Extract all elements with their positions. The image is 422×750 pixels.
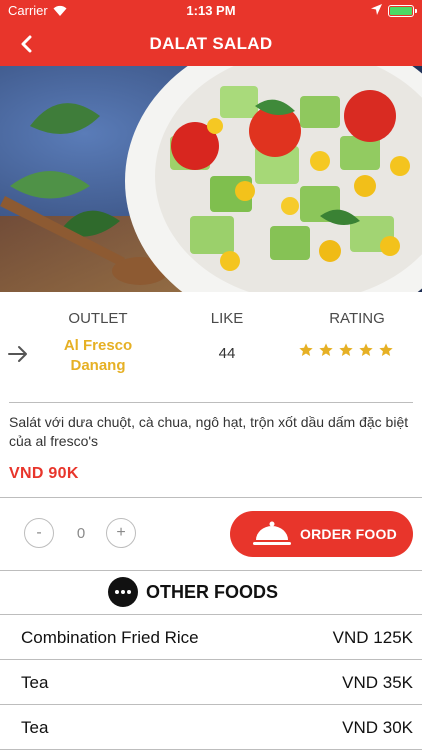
food-image — [0, 66, 422, 292]
food-item-price: VND 125K — [332, 628, 413, 647]
order-food-button[interactable]: ORDER FOOD — [230, 511, 413, 557]
rating-stars — [298, 342, 394, 358]
other-foods-title: OTHER FOODS — [146, 582, 279, 602]
food-item-price: VND 30K — [342, 718, 413, 737]
arrow-right-icon — [8, 346, 27, 362]
header-bar: Carrier 1:13 PM DALAT SALAD — [0, 0, 422, 66]
more-icon — [108, 577, 138, 607]
food-cloche-icon — [253, 521, 291, 545]
list-item[interactable]: Tea VND 30K — [0, 705, 422, 749]
outlet-arrow-button[interactable] — [6, 342, 30, 366]
quantity-value: 0 — [76, 525, 86, 542]
food-description: Salát với dưa chuột, cà chua, ngô hạt, t… — [9, 414, 409, 449]
nav-bar: DALAT SALAD — [0, 22, 422, 66]
food-info: OUTLET LIKE RATING Al Fresco Danang 44 — [0, 292, 422, 402]
like-count: 44 — [218, 345, 236, 362]
other-foods-header: OTHER FOODS — [0, 570, 422, 614]
rating-header: RATING — [329, 310, 385, 327]
outlet-name[interactable]: Al Fresco Danang — [42, 336, 154, 376]
food-item-name: Tea — [21, 673, 49, 692]
status-time: 1:13 PM — [186, 3, 236, 18]
chevron-left-icon — [21, 35, 32, 53]
star-icon — [299, 343, 313, 356]
battery-level — [390, 6, 412, 15]
food-item-name: Combination Fried Rice — [21, 628, 199, 647]
divider — [0, 497, 422, 498]
star-icon — [379, 343, 393, 356]
list-item[interactable]: Tea VND 35K — [0, 660, 422, 704]
star-icon — [339, 343, 353, 356]
list-item[interactable]: Combination Fried Rice VND 125K — [0, 615, 422, 659]
location-icon — [371, 3, 382, 18]
star-icon — [359, 343, 373, 356]
food-price: VND 90K — [9, 465, 79, 482]
food-item-price: VND 35K — [342, 673, 413, 692]
food-item-name: Tea — [21, 718, 49, 737]
like-header: LIKE — [210, 310, 244, 327]
star-icon — [319, 343, 333, 356]
order-food-label: ORDER FOOD — [300, 526, 397, 542]
divider — [9, 402, 413, 403]
page-title: DALAT SALAD — [149, 34, 273, 53]
outlet-header: OUTLET — [68, 310, 128, 327]
back-button[interactable] — [10, 28, 42, 60]
status-right — [371, 3, 417, 18]
status-bar: Carrier 1:13 PM — [0, 0, 422, 22]
decrement-button[interactable]: - — [24, 518, 54, 548]
battery-icon — [388, 4, 417, 17]
increment-button[interactable]: + — [106, 518, 136, 548]
